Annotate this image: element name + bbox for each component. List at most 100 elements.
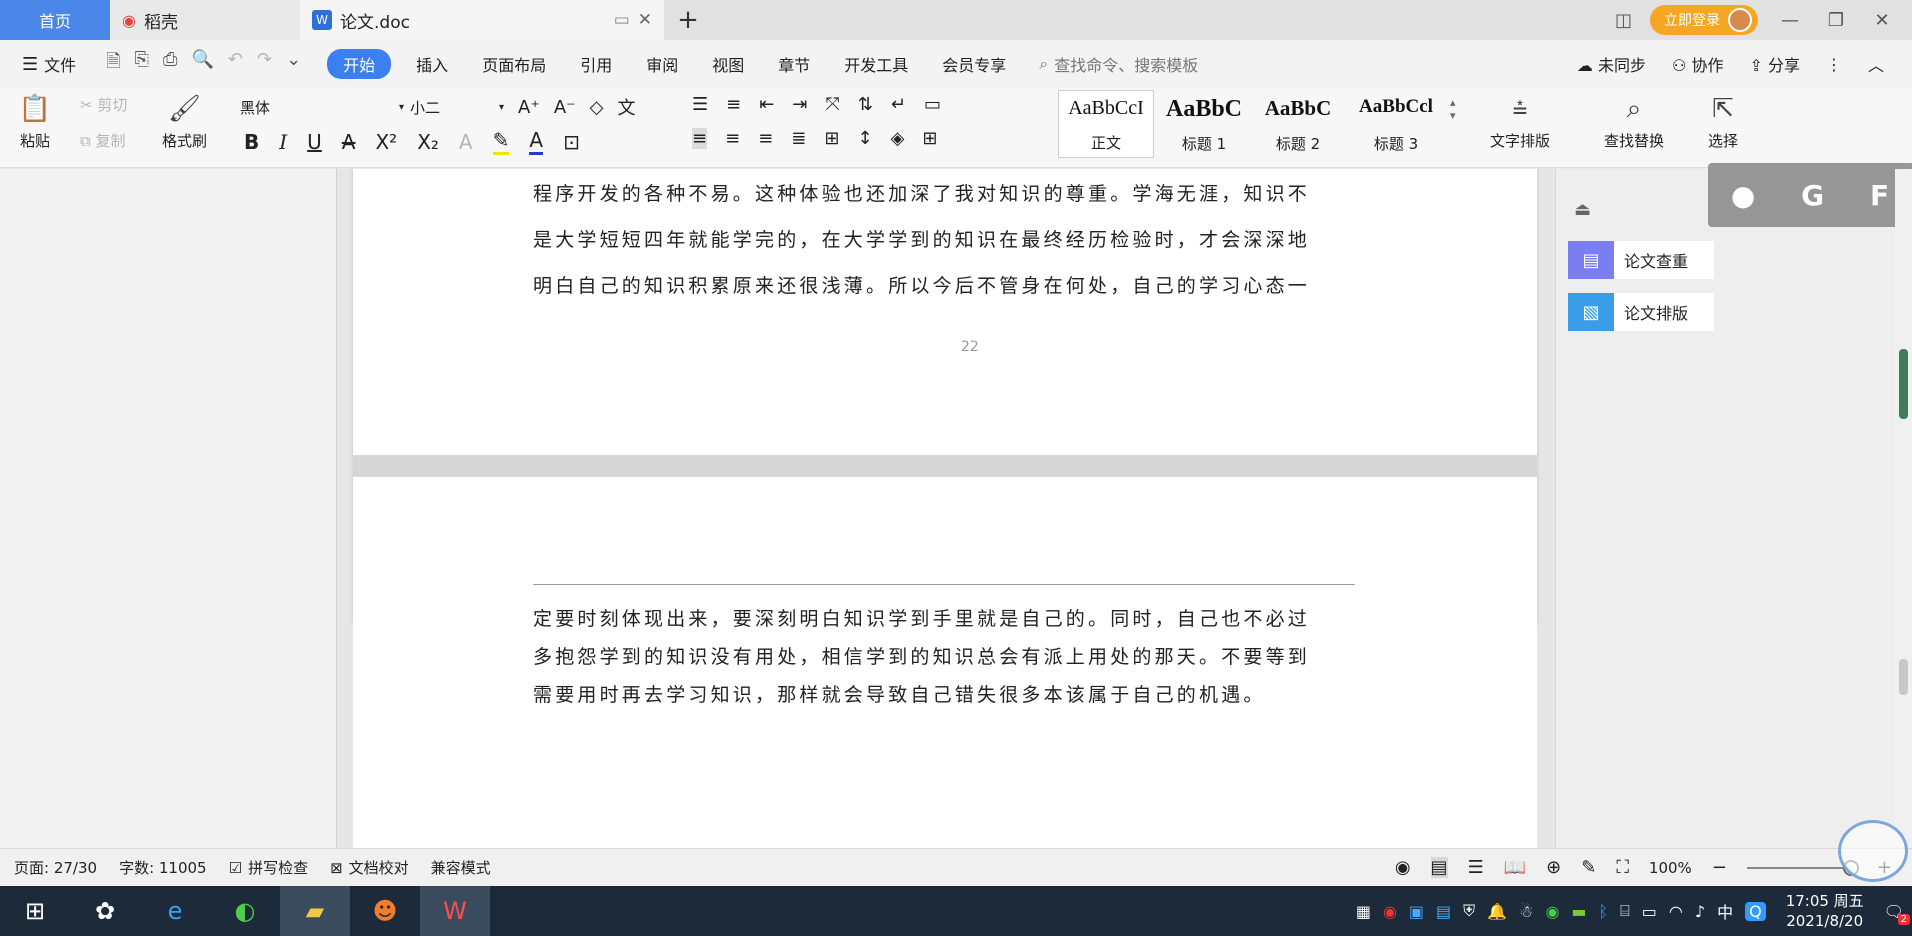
ruler-icon[interactable]: ▭ [924,94,941,115]
app-pinwheel-icon[interactable]: ✿ [70,886,140,936]
redo-icon[interactable]: ↷ [257,49,272,79]
qq-icon[interactable]: ☃ [1519,902,1533,921]
outline-view-icon[interactable]: ☰ [1468,857,1484,878]
layout-toggle-icon[interactable]: ◫ [1615,10,1632,31]
shield-icon[interactable]: ⛨ [1463,901,1475,921]
show-marks-icon[interactable]: ↵ [891,94,906,115]
paragraph-line[interactable]: 需要用时再去学习知识，那样就会导致自己错失很多本该属于自己的机遇。 [533,680,1355,707]
tab-close-icon[interactable]: ✕ [638,10,652,30]
bold-icon[interactable]: B [244,130,259,154]
bell-icon[interactable]: 🔔 [1487,902,1507,921]
distribute-icon[interactable]: ⊞ [824,128,839,149]
wps-icon[interactable]: W [420,886,490,936]
login-button[interactable]: 立即登录 [1650,5,1758,35]
decrease-indent-icon[interactable]: ⇤ [759,94,774,115]
sort-icon[interactable]: ⇅ [858,94,873,115]
hamburger-icon[interactable]: ☰ [22,54,38,75]
cut-button[interactable]: ✂ 剪切 [80,94,127,115]
screen-recorder-widget[interactable] [1838,820,1908,882]
style-heading-3[interactable]: AaBbCcl 标题 3 [1348,90,1444,158]
close-button[interactable]: ✕ [1868,10,1896,31]
pinyin-icon[interactable]: 文 [618,94,636,120]
increase-indent-icon[interactable]: ⇥ [792,94,807,115]
copy-button[interactable]: ⧉ 复制 [80,130,126,151]
zoom-out-icon[interactable]: − [1712,857,1727,878]
menu-view[interactable]: 视图 [695,52,761,76]
vertical-scrollbar[interactable] [1895,169,1912,848]
tray-app-icon[interactable]: ◉ [1383,902,1397,921]
usb-icon[interactable]: ⌸ [1620,901,1630,921]
strikethrough-icon[interactable]: A [342,130,356,154]
menu-review[interactable]: 审阅 [629,52,695,76]
paste-button[interactable]: 📋 粘贴 [18,92,52,151]
document-page[interactable]: 定要时刻体现出来，要深刻明白知识学到手里就是自己的。同时，自己也不必过 多抱怨学… [353,478,1537,848]
ie-browser-icon[interactable]: e [140,886,210,936]
bluetooth-icon[interactable]: ᛒ [1599,902,1609,921]
paragraph-line[interactable]: 多抱怨学到的知识没有用处，相信学到的知识总会有派上用处的那天。不要等到 [533,642,1355,669]
eject-icon[interactable]: ⏏ [1574,199,1591,220]
cup-icon[interactable]: ● [1731,179,1755,212]
menu-page-layout[interactable]: 页面布局 [465,52,563,76]
battery-icon[interactable]: ▭ [1642,902,1657,921]
spell-check-button[interactable]: ☑ 拼写检查 [229,857,308,878]
paragraph-line[interactable]: 是大学短短四年就能学完的，在大学学到的知识在最终经历检验时，才会深深地 [533,225,1355,252]
undo-icon[interactable]: ↶ [228,49,243,79]
grow-font-icon[interactable]: A⁺ [518,97,540,118]
tab-document[interactable]: W 论文.doc ▭ ✕ [300,0,664,40]
restore-button[interactable]: ❐ [1822,10,1850,31]
floating-g-button[interactable]: G [1801,179,1824,212]
paragraph-line[interactable]: 定要时刻体现出来，要深刻明白知识学到手里就是自己的。同时，自己也不必过 [533,604,1355,631]
proofread-button[interactable]: ⊠ 文档校对 [330,857,409,878]
menu-member[interactable]: 会员专享 [925,52,1023,76]
style-normal[interactable]: AaBbCcI 正文 [1058,90,1154,158]
shading-icon[interactable]: ◈ [891,128,905,149]
minimize-button[interactable]: — [1776,10,1804,31]
style-heading-2[interactable]: AaBbC 标题 2 [1250,90,1346,158]
more-menu-icon[interactable]: ⋮ [1826,55,1842,74]
menu-references[interactable]: 引用 [563,52,629,76]
line-spacing-icon[interactable]: ↕ [857,128,872,149]
font-size-select[interactable]: 小二 ▾ [404,94,504,120]
sync-status[interactable]: ☁ 未同步 [1577,52,1646,76]
menu-developer[interactable]: 开发工具 [827,52,925,76]
print-icon[interactable]: ⎙ [163,49,177,79]
export-icon[interactable]: ⎘ [135,49,149,79]
format-painter-button[interactable]: 🖌 格式刷 [162,92,207,151]
subscript-icon[interactable]: X₂ [417,130,439,154]
reading-view-icon[interactable]: 📖 [1504,857,1526,878]
paragraph-line[interactable]: 明白自己的知识积累原来还很浅薄。所以今后不管身在何处，自己的学习心态一 [533,271,1355,298]
search-tray-icon[interactable]: Q [1745,901,1766,921]
tray-app-icon[interactable]: ▤ [1436,902,1451,921]
command-search[interactable]: ⌕ 查找命令、搜索模板 [1039,52,1198,76]
wifi-icon[interactable]: ◠ [1669,902,1683,921]
menu-home[interactable]: 开始 [327,49,392,79]
windows-start-icon[interactable]: ⊞ [0,886,70,936]
zoom-slider[interactable] [1746,859,1859,876]
styles-scroll[interactable]: ▴ ▾ [1450,96,1456,122]
qat-more-icon[interactable]: ⌄ [286,49,301,79]
align-center-icon[interactable]: ≡ [725,128,740,149]
zoom-level[interactable]: 100% [1649,859,1692,877]
collab-button[interactable]: ⚇ 协作 [1672,52,1723,76]
print-preview-icon[interactable]: 🔍 [191,49,213,79]
collapse-ribbon-icon[interactable]: ︿ [1868,52,1884,76]
border-icon[interactable]: ⊞ [922,128,937,149]
wechat-icon[interactable]: ◉ [1545,902,1559,921]
browser-360-icon[interactable]: ◐ [210,886,280,936]
italic-icon[interactable]: I [279,130,287,154]
scrollbar-marker[interactable] [1899,659,1908,695]
paragraph-line[interactable]: 程序开发的各种不易。这种体验也还加深了我对知识的尊重。学海无涯，知识不 [533,179,1355,206]
tab-daoke[interactable]: ◉ 稻壳 [110,0,300,40]
bullet-list-icon[interactable]: ☰ [692,94,708,115]
menu-insert[interactable]: 插入 [399,52,465,76]
font-color-icon[interactable]: A [529,128,544,155]
find-replace-button[interactable]: ⌕ 查找替换 [1604,92,1664,151]
menu-file[interactable]: 文件 [44,52,76,76]
word-count[interactable]: 字数: 11005 [119,857,207,878]
text-layout-button[interactable]: ⩮ 文字排版 [1490,92,1550,151]
nvidia-icon[interactable]: ▬ [1571,902,1586,921]
tab-home[interactable]: 首页 [0,0,110,40]
mask-app-icon[interactable]: ☻ [350,886,420,936]
menu-chapter[interactable]: 章节 [761,52,827,76]
floating-f-button[interactable]: F [1870,179,1889,212]
